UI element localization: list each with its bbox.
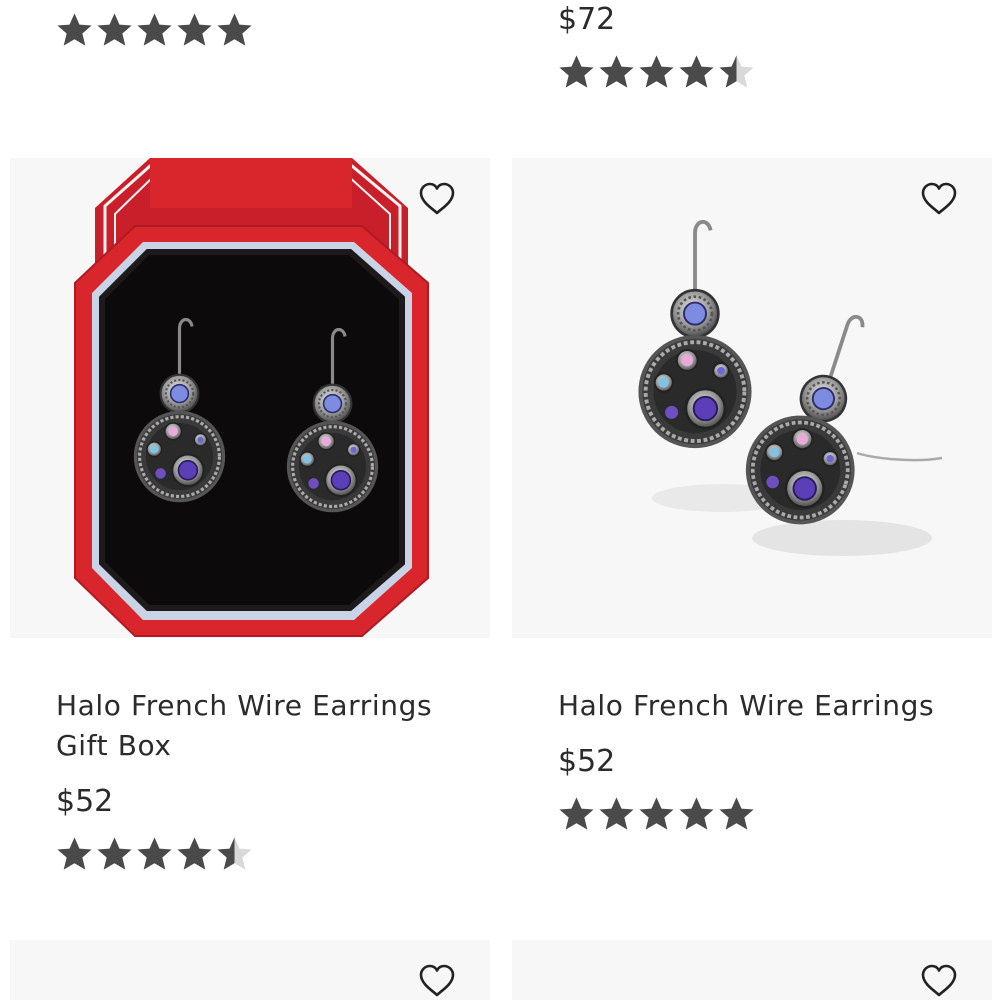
star-icon (216, 836, 253, 873)
product-price: $52 (56, 784, 114, 819)
star-icon (136, 12, 173, 49)
star-icon (718, 54, 755, 91)
rating-stars (56, 12, 253, 52)
product-card-top-right[interactable]: $72 (512, 0, 992, 130)
star-icon (558, 54, 595, 91)
star-icon (56, 836, 93, 873)
product-price: $72 (558, 2, 616, 37)
product-card[interactable]: Halo French Wire Earrings Gift Box $52 (10, 158, 490, 918)
product-title[interactable]: Halo French Wire Earrings (558, 686, 934, 726)
rating-stars (558, 796, 755, 836)
star-icon (56, 12, 93, 49)
product-image-gift-box[interactable] (10, 158, 490, 638)
product-title-line2[interactable]: Gift Box (56, 726, 172, 766)
product-title-line1[interactable]: Halo French Wire Earrings (56, 686, 432, 726)
star-icon (558, 796, 595, 833)
earrings-gift-box-image (74, 158, 429, 637)
star-icon (678, 54, 715, 91)
star-icon (718, 796, 755, 833)
star-icon (176, 12, 213, 49)
star-icon (638, 54, 675, 91)
star-icon (176, 836, 213, 873)
star-icon (598, 54, 635, 91)
earrings-product-image (638, 220, 943, 556)
star-icon (598, 796, 635, 833)
star-icon (678, 796, 715, 833)
star-icon (638, 796, 675, 833)
wishlist-heart-icon[interactable] (921, 182, 957, 216)
product-price: $52 (558, 744, 616, 779)
product-card-bottom-right[interactable] (512, 940, 992, 1000)
product-card-top-left[interactable] (10, 0, 490, 130)
rating-stars (56, 836, 253, 876)
star-icon (216, 12, 253, 49)
star-icon (96, 836, 133, 873)
wishlist-heart-icon[interactable] (419, 182, 455, 216)
product-card-bottom-left[interactable] (10, 940, 490, 1000)
product-image[interactable] (512, 940, 992, 1000)
product-card[interactable]: Halo French Wire Earrings $52 (512, 158, 992, 918)
star-icon (96, 12, 133, 49)
product-image-earrings[interactable] (512, 158, 992, 638)
wishlist-heart-icon[interactable] (921, 964, 957, 998)
wishlist-heart-icon[interactable] (419, 964, 455, 998)
star-icon (136, 836, 173, 873)
product-image[interactable] (10, 940, 490, 1000)
rating-stars (558, 54, 755, 94)
